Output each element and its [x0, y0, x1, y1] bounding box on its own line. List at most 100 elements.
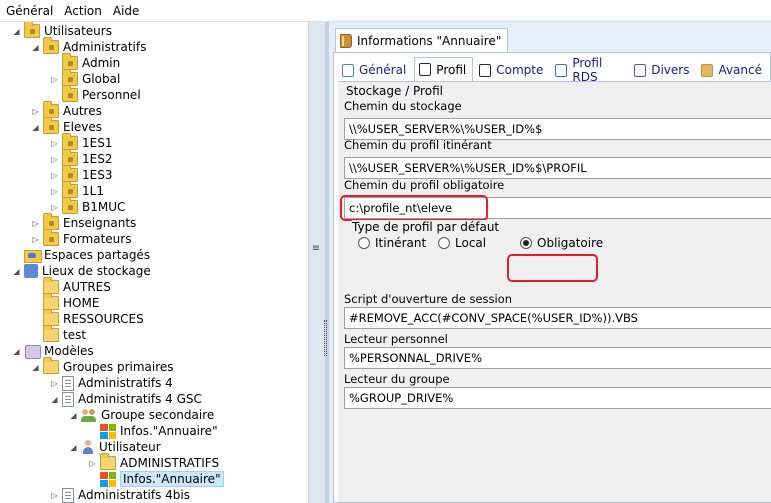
- highlight-mandatory-path: [340, 195, 488, 221]
- expand-arrow-icon[interactable]: ▷: [50, 379, 59, 388]
- tree-item[interactable]: ◢ Administratifs 4 GSC: [50, 391, 202, 407]
- tree-item[interactable]: ◢ Groupe secondaire: [69, 407, 214, 423]
- tree-item[interactable]: ▷ Administratifs 4: [50, 375, 173, 391]
- profile-type-label: Type de profil par défaut: [352, 220, 503, 234]
- tab-informations-annuaire[interactable]: Informations "Annuaire": [335, 28, 509, 52]
- tab-label: Informations "Annuaire": [357, 33, 502, 48]
- radio-local-label: Local: [455, 236, 487, 250]
- tree-item[interactable]: ◢ Lieux de stockage: [12, 263, 151, 279]
- expand-arrow-icon[interactable]: ▷: [50, 171, 59, 180]
- tree-item[interactable]: Infos."Annuaire": [88, 471, 224, 487]
- tab-divers[interactable]: Divers: [630, 59, 695, 81]
- radio-itinerant-label: Itinérant: [375, 236, 427, 250]
- logon-script-field[interactable]: #REMOVE_ACC(#CONV_SPACE(%USER_ID%)).VBS: [344, 307, 771, 329]
- tree-item-label: Groupes primaires: [63, 360, 174, 374]
- lock-folder-icon: [43, 117, 59, 134]
- lock-folder-icon: [43, 213, 59, 230]
- splitter-grip[interactable]: [324, 320, 327, 356]
- tree-item-label: Lieux de stockage: [42, 264, 151, 278]
- roaming-profile-label: Chemin du profil itinérant: [344, 138, 492, 152]
- expand-arrow-icon[interactable]: ▷: [50, 155, 59, 164]
- tree-item[interactable]: ▷ 1ES2: [50, 149, 112, 167]
- personal-drive-field[interactable]: %PERSONNAL_DRIVE%: [344, 347, 771, 369]
- tab-label: Profil RDS: [572, 56, 603, 84]
- tree-item[interactable]: Personnel: [50, 85, 141, 103]
- tree-item-label: 1ES1: [82, 136, 113, 150]
- tree-item-label: Groupe secondaire: [101, 408, 215, 422]
- radio-obligatoire[interactable]: Obligatoire: [520, 236, 603, 250]
- radio-itinerant[interactable]: Itinérant: [358, 236, 426, 250]
- group-drive-label: Lecteur du groupe: [344, 372, 450, 386]
- collapse-arrow-icon[interactable]: ◢: [12, 27, 21, 36]
- collapse-arrow-icon[interactable]: ◢: [31, 363, 40, 372]
- document-icon: [62, 391, 74, 407]
- roaming-profile-field[interactable]: \\%USER_SERVER%\%USER_ID%$\PROFIL: [344, 157, 771, 179]
- lock-folder-icon: [43, 37, 59, 54]
- menu-general[interactable]: Général: [0, 4, 58, 18]
- tree-item[interactable]: Espaces partagés: [12, 247, 150, 263]
- collapse-arrow-icon[interactable]: ◢: [31, 43, 40, 52]
- collapse-arrow-icon[interactable]: ◢: [12, 267, 21, 276]
- collapse-arrow-icon[interactable]: ◢: [50, 395, 59, 404]
- group-drive-field[interactable]: %GROUP_DRIVE%: [344, 387, 771, 409]
- tab-avanc-[interactable]: Avancé: [697, 59, 768, 81]
- tree-item[interactable]: HOME: [31, 293, 100, 311]
- collapse-arrow-icon[interactable]: ◢: [69, 411, 78, 420]
- tree-item[interactable]: ▷ B1MUC: [50, 197, 125, 215]
- tree-item[interactable]: ◢ Administratifs: [31, 37, 146, 55]
- tree-item[interactable]: ▷ 1ES1: [50, 133, 113, 151]
- tab-g-n-ral[interactable]: Général: [338, 59, 412, 81]
- tree-item-label: HOME: [63, 296, 100, 310]
- lock-folder-icon: [24, 22, 40, 38]
- tab-profil-rds[interactable]: Profil RDS: [551, 56, 628, 84]
- splitter-handle-icon[interactable]: ≡: [311, 244, 321, 254]
- expand-arrow-icon[interactable]: ▷: [50, 75, 59, 84]
- tree-item[interactable]: ◢ Groupes primaires: [31, 357, 174, 375]
- shared-folder-icon: [24, 248, 42, 263]
- tree-item[interactable]: test: [31, 325, 86, 343]
- collapse-arrow-icon[interactable]: ◢: [69, 443, 78, 452]
- expand-arrow-icon[interactable]: ▷: [50, 491, 59, 500]
- tree-item[interactable]: ▷ Administratifs 4bis: [50, 487, 190, 503]
- windows-logo-icon: [100, 471, 116, 487]
- expand-arrow-icon[interactable]: ▷: [50, 187, 59, 196]
- tree-item[interactable]: Infos."Annuaire": [88, 423, 218, 439]
- expand-arrow-icon[interactable]: ▷: [50, 139, 59, 148]
- tree-item[interactable]: ◢ Modèles: [12, 343, 94, 359]
- expand-arrow-icon[interactable]: ▷: [31, 219, 40, 228]
- tree-item[interactable]: Admin: [50, 53, 121, 71]
- tab-profil[interactable]: Profil: [414, 57, 474, 81]
- tree-item[interactable]: ▷ Formateurs: [31, 229, 132, 247]
- expand-arrow-icon[interactable]: ▷: [50, 203, 59, 212]
- tree-item-label: Admin: [82, 56, 121, 70]
- menu-action[interactable]: Action: [58, 4, 107, 18]
- tree-item[interactable]: ◢ Utilisateur: [69, 439, 161, 455]
- tree-item-label: ADMINISTRATIFS: [120, 456, 220, 470]
- expand-arrow-icon[interactable]: ▷: [31, 235, 40, 244]
- expand-arrow-icon[interactable]: ▷: [31, 107, 40, 116]
- folder-icon: [43, 293, 59, 310]
- tree-item[interactable]: ▷ 1ES3: [50, 165, 112, 183]
- collapse-arrow-icon[interactable]: ◢: [31, 123, 40, 132]
- storage-path-field[interactable]: \\%USER_SERVER%\%USER_ID%$: [344, 118, 771, 140]
- tree-item-label: Enseignants: [63, 216, 137, 230]
- expand-arrow-icon[interactable]: ▷: [88, 459, 97, 468]
- tree-item[interactable]: ▷ Global: [50, 69, 120, 87]
- tree-item-label: Formateurs: [63, 232, 132, 246]
- advanced-icon: [701, 63, 714, 77]
- collapse-arrow-icon[interactable]: ◢: [12, 347, 21, 356]
- tree-view: ◢ Utilisateurs ◢ Administratifs Admin ▷ Global…: [0, 22, 308, 503]
- tree-item-label: AUTRES: [63, 280, 111, 294]
- splitter[interactable]: [308, 22, 325, 503]
- tree-item-label: Utilisateur: [99, 440, 161, 454]
- tree-item[interactable]: ◢ Utilisateurs: [12, 22, 112, 39]
- profile-type-group: Type de profil par défaut Itinérant Loca…: [352, 220, 603, 254]
- template-icon: [24, 344, 41, 359]
- tree-item[interactable]: ▷ Autres: [31, 101, 102, 119]
- menu-aide[interactable]: Aide: [107, 4, 145, 18]
- group-icon: [81, 408, 97, 422]
- tree-item[interactable]: ▷ 1L1: [50, 181, 104, 199]
- tab-compte[interactable]: Compte: [475, 59, 549, 81]
- radio-local[interactable]: Local: [438, 236, 486, 250]
- tree-item[interactable]: ▷ ADMINISTRATIFS: [88, 453, 220, 471]
